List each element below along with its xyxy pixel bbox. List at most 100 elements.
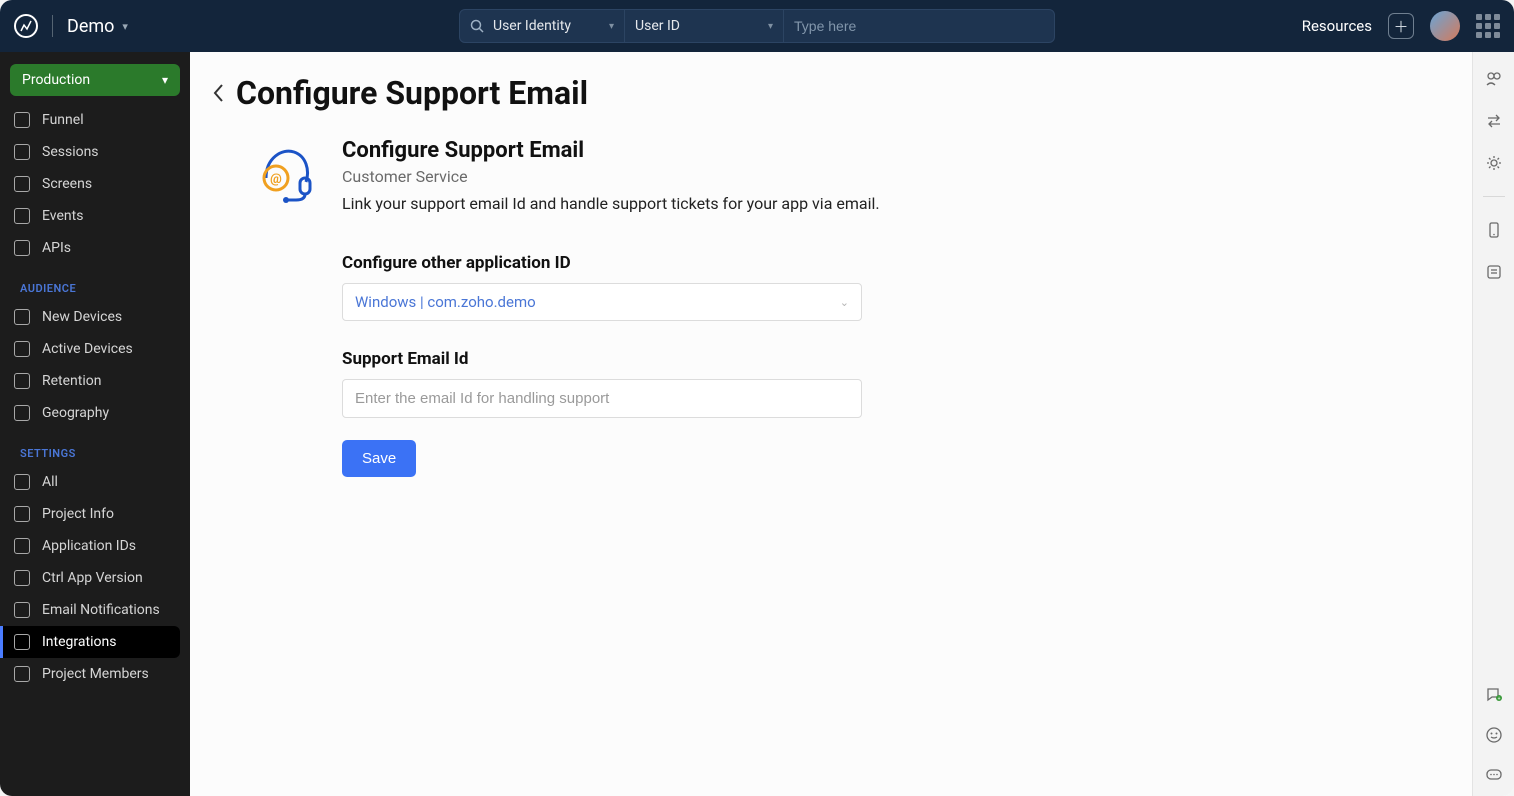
sidebar-item-all[interactable]: All <box>0 466 190 498</box>
chevron-down-icon: ⌄ <box>840 296 849 309</box>
sidebar-item-label: APIs <box>42 240 71 256</box>
add-button[interactable]: ＋ <box>1388 13 1414 39</box>
sidebar-item-label: Ctrl App Version <box>42 570 143 586</box>
swap-icon[interactable] <box>1485 112 1503 130</box>
new-devices-icon <box>14 309 30 325</box>
sidebar-item-ctrl-app-version[interactable]: Ctrl App Version <box>0 562 190 594</box>
divider <box>1483 196 1505 197</box>
environment-selector[interactable]: Production ▾ <box>10 64 180 96</box>
card-subtitle: Customer Service <box>342 167 880 186</box>
sidebar-item-label: New Devices <box>42 309 122 325</box>
sidebar-section-title: SETTINGS <box>0 429 190 466</box>
project-members-icon <box>14 666 30 682</box>
project-info-icon <box>14 506 30 522</box>
sidebar-item-apis[interactable]: APIs <box>0 232 190 264</box>
events-icon <box>14 208 30 224</box>
sidebar-item-active-devices[interactable]: Active Devices <box>0 333 190 365</box>
svg-text:@: @ <box>270 172 282 187</box>
sidebar-item-label: Funnel <box>42 112 84 128</box>
project-name: Demo <box>67 16 114 37</box>
retention-icon <box>14 373 30 389</box>
sidebar-item-label: Active Devices <box>42 341 133 357</box>
help-icon[interactable] <box>1485 726 1503 744</box>
sidebar-item-integrations[interactable]: Integrations <box>0 626 180 658</box>
sidebar-item-label: Project Members <box>42 666 149 682</box>
sidebar-item-project-members[interactable]: Project Members <box>0 658 190 690</box>
search-field-select[interactable]: User ID ▾ <box>625 10 784 42</box>
users-icon[interactable] <box>1485 70 1503 88</box>
search-cluster: User Identity ▾ User ID ▾ <box>459 9 1055 43</box>
email-notifications-icon <box>14 602 30 618</box>
funnel-icon <box>14 112 30 128</box>
support-email-input[interactable] <box>342 379 862 418</box>
log-icon[interactable] <box>1485 263 1503 281</box>
application-id-value: Windows | com.zoho.demo <box>355 293 536 311</box>
sidebar-item-new-devices[interactable]: New Devices <box>0 301 190 333</box>
card-title: Configure Support Email <box>342 138 880 163</box>
active-devices-icon <box>14 341 30 357</box>
all-icon <box>14 474 30 490</box>
device-icon[interactable] <box>1485 221 1503 239</box>
project-selector[interactable]: Demo ▾ <box>67 16 128 37</box>
application-ids-icon <box>14 538 30 554</box>
search-mode-label: User Identity <box>493 18 571 34</box>
search-icon <box>470 19 485 34</box>
apps-grid-icon[interactable] <box>1476 14 1500 38</box>
chevron-down-icon: ▾ <box>768 21 773 32</box>
search-input-wrap <box>784 10 1054 42</box>
app-id-label: Configure other application ID <box>342 253 862 273</box>
right-rail: + <box>1472 52 1514 796</box>
geography-icon <box>14 405 30 421</box>
sidebar-item-label: Integrations <box>42 634 116 650</box>
screens-icon <box>14 176 30 192</box>
sidebar-item-events[interactable]: Events <box>0 200 190 232</box>
divider <box>52 15 53 37</box>
sidebar-item-label: Application IDs <box>42 538 136 554</box>
sidebar-item-label: Retention <box>42 373 102 389</box>
sidebar-item-label: Geography <box>42 405 109 421</box>
card-description: Link your support email Id and handle su… <box>342 194 880 213</box>
integrations-icon <box>14 634 30 650</box>
message-icon[interactable] <box>1485 766 1503 784</box>
avatar[interactable] <box>1430 11 1460 41</box>
topbar: Demo ▾ User Identity ▾ User ID ▾ Resourc… <box>0 0 1514 52</box>
page-title: Configure Support Email <box>236 74 588 112</box>
save-button[interactable]: Save <box>342 440 416 477</box>
email-label: Support Email Id <box>342 349 862 369</box>
sidebar-item-project-info[interactable]: Project Info <box>0 498 190 530</box>
search-mode-select[interactable]: User Identity ▾ <box>460 10 625 42</box>
sidebar-item-application-ids[interactable]: Application IDs <box>0 530 190 562</box>
sidebar-item-label: Events <box>42 208 83 224</box>
sessions-icon <box>14 144 30 160</box>
main-content: Configure Support Email @ Configure Supp… <box>190 52 1472 796</box>
sidebar-item-label: Sessions <box>42 144 99 160</box>
chevron-down-icon: ▾ <box>122 20 128 33</box>
sidebar-item-retention[interactable]: Retention <box>0 365 190 397</box>
ctrl-app-version-icon <box>14 570 30 586</box>
chevron-down-icon: ▾ <box>609 21 614 32</box>
resources-link[interactable]: Resources <box>1302 17 1372 35</box>
environment-label: Production <box>22 72 90 88</box>
logo-icon <box>14 14 38 38</box>
settings-icon[interactable] <box>1485 154 1503 172</box>
sidebar-item-label: Email Notifications <box>42 602 160 618</box>
svg-text:+: + <box>1497 696 1500 702</box>
chat-plus-icon[interactable]: + <box>1485 686 1503 704</box>
sidebar-item-email-notifications[interactable]: Email Notifications <box>0 594 190 626</box>
sidebar-item-label: Screens <box>42 176 92 192</box>
sidebar-item-funnel[interactable]: Funnel <box>0 104 190 136</box>
search-input[interactable] <box>794 18 1044 34</box>
sidebar: Production ▾ Funnel Sessions Screens Events… <box>0 52 190 796</box>
support-email-icon: @ <box>252 138 320 206</box>
sidebar-item-sessions[interactable]: Sessions <box>0 136 190 168</box>
sidebar-item-screens[interactable]: Screens <box>0 168 190 200</box>
search-field-label: User ID <box>635 18 680 34</box>
application-id-select[interactable]: Windows | com.zoho.demo ⌄ <box>342 283 862 321</box>
sidebar-item-geography[interactable]: Geography <box>0 397 190 429</box>
sidebar-section-title: AUDIENCE <box>0 264 190 301</box>
apis-icon <box>14 240 30 256</box>
sidebar-item-label: Project Info <box>42 506 114 522</box>
back-button[interactable] <box>212 82 226 104</box>
sidebar-item-label: All <box>42 474 58 490</box>
chevron-down-icon: ▾ <box>162 73 168 87</box>
